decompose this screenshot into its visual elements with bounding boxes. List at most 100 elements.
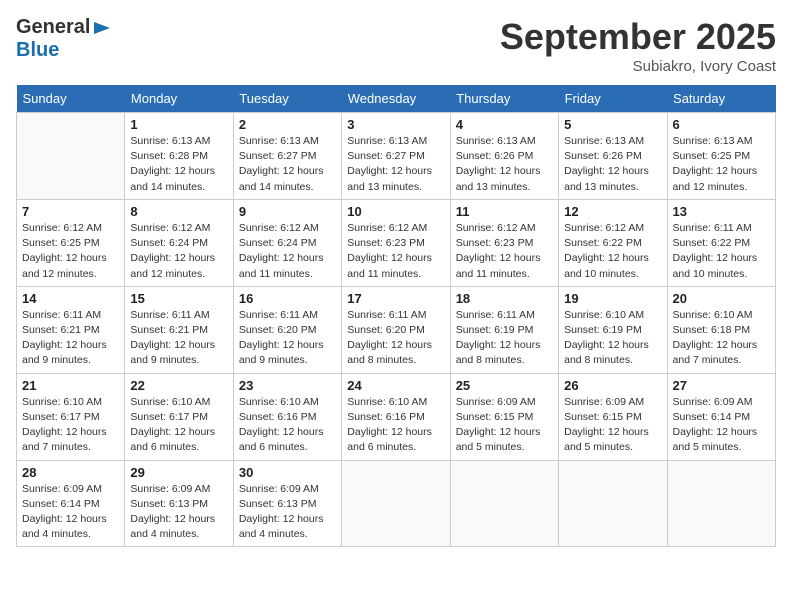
calendar-cell: 15 Sunrise: 6:11 AM Sunset: 6:21 PM Dayli… — [125, 286, 233, 373]
calendar-cell: 28 Sunrise: 6:09 AM Sunset: 6:14 PM Dayli… — [17, 460, 125, 547]
day-number: 4 — [456, 117, 553, 132]
day-info: Sunrise: 6:09 AM Sunset: 6:14 PM Dayligh… — [673, 395, 770, 456]
calendar-cell: 13 Sunrise: 6:11 AM Sunset: 6:22 PM Dayli… — [667, 199, 775, 286]
calendar-cell: 4 Sunrise: 6:13 AM Sunset: 6:26 PM Daylig… — [450, 113, 558, 200]
day-info: Sunrise: 6:10 AM Sunset: 6:16 PM Dayligh… — [347, 395, 444, 456]
day-number: 29 — [130, 465, 227, 480]
calendar-table: SundayMondayTuesdayWednesdayThursdayFrid… — [16, 85, 776, 547]
weekday-header-tuesday: Tuesday — [233, 85, 341, 113]
weekday-header-saturday: Saturday — [667, 85, 775, 113]
day-number: 10 — [347, 204, 444, 219]
calendar-cell: 26 Sunrise: 6:09 AM Sunset: 6:15 PM Dayli… — [559, 373, 667, 460]
calendar-cell: 1 Sunrise: 6:13 AM Sunset: 6:28 PM Daylig… — [125, 113, 233, 200]
calendar-week-4: 21Sunrise: 6:10 AM Sunset: 6:17 PM Dayli… — [17, 373, 776, 460]
calendar-cell: 9 Sunrise: 6:12 AM Sunset: 6:24 PM Daylig… — [233, 199, 341, 286]
calendar-cell — [17, 113, 125, 200]
calendar-week-1: 1 Sunrise: 6:13 AM Sunset: 6:28 PM Daylig… — [17, 113, 776, 200]
calendar-cell: 3Sunrise: 6:13 AM Sunset: 6:27 PM Daylig… — [342, 113, 450, 200]
day-number: 30 — [239, 465, 336, 480]
day-number: 18 — [456, 291, 553, 306]
calendar-cell — [342, 460, 450, 547]
day-info: Sunrise: 6:13 AM Sunset: 6:27 PM Dayligh… — [239, 134, 336, 195]
day-number: 15 — [130, 291, 227, 306]
day-number: 27 — [673, 378, 770, 393]
calendar-cell: 2 Sunrise: 6:13 AM Sunset: 6:27 PM Daylig… — [233, 113, 341, 200]
calendar-week-3: 14Sunrise: 6:11 AM Sunset: 6:21 PM Dayli… — [17, 286, 776, 373]
day-info: Sunrise: 6:11 AM Sunset: 6:20 PM Dayligh… — [347, 308, 444, 369]
weekday-header-monday: Monday — [125, 85, 233, 113]
day-info: Sunrise: 6:11 AM Sunset: 6:21 PM Dayligh… — [22, 308, 119, 369]
day-number: 19 — [564, 291, 661, 306]
day-number: 28 — [22, 465, 119, 480]
calendar-week-5: 28 Sunrise: 6:09 AM Sunset: 6:14 PM Dayli… — [17, 460, 776, 547]
day-info: Sunrise: 6:10 AM Sunset: 6:19 PM Dayligh… — [564, 308, 661, 369]
calendar-cell: 24 Sunrise: 6:10 AM Sunset: 6:16 PM Dayli… — [342, 373, 450, 460]
month-title: September 2025 — [500, 16, 776, 58]
day-info: Sunrise: 6:12 AM Sunset: 6:24 PM Dayligh… — [130, 221, 227, 282]
day-info: Sunrise: 6:12 AM Sunset: 6:25 PM Dayligh… — [22, 221, 119, 282]
calendar-cell: 7 Sunrise: 6:12 AM Sunset: 6:25 PM Daylig… — [17, 199, 125, 286]
day-info: Sunrise: 6:11 AM Sunset: 6:21 PM Dayligh… — [130, 308, 227, 369]
weekday-header-row: SundayMondayTuesdayWednesdayThursdayFrid… — [17, 85, 776, 113]
calendar-cell: 19 Sunrise: 6:10 AM Sunset: 6:19 PM Dayli… — [559, 286, 667, 373]
logo-blue-text: Blue — [16, 39, 59, 62]
day-number: 11 — [456, 204, 553, 219]
day-info: Sunrise: 6:09 AM Sunset: 6:13 PM Dayligh… — [239, 482, 336, 543]
day-info: Sunrise: 6:13 AM Sunset: 6:26 PM Dayligh… — [456, 134, 553, 195]
calendar-cell: 17Sunrise: 6:11 AM Sunset: 6:20 PM Dayli… — [342, 286, 450, 373]
day-number: 12 — [564, 204, 661, 219]
day-info: Sunrise: 6:09 AM Sunset: 6:15 PM Dayligh… — [564, 395, 661, 456]
day-number: 6 — [673, 117, 770, 132]
day-number: 8 — [130, 204, 227, 219]
day-info: Sunrise: 6:09 AM Sunset: 6:14 PM Dayligh… — [22, 482, 119, 543]
calendar-cell: 8 Sunrise: 6:12 AM Sunset: 6:24 PM Daylig… — [125, 199, 233, 286]
calendar-cell: 23 Sunrise: 6:10 AM Sunset: 6:16 PM Dayli… — [233, 373, 341, 460]
day-number: 26 — [564, 378, 661, 393]
day-number: 9 — [239, 204, 336, 219]
page-header: General Blue September 2025 Subiakro, Iv… — [16, 16, 776, 75]
day-info: Sunrise: 6:11 AM Sunset: 6:22 PM Dayligh… — [673, 221, 770, 282]
logo: General Blue — [16, 16, 112, 62]
day-number: 25 — [456, 378, 553, 393]
calendar-week-2: 7 Sunrise: 6:12 AM Sunset: 6:25 PM Daylig… — [17, 199, 776, 286]
calendar-cell: 18 Sunrise: 6:11 AM Sunset: 6:19 PM Dayli… — [450, 286, 558, 373]
day-info: Sunrise: 6:11 AM Sunset: 6:19 PM Dayligh… — [456, 308, 553, 369]
day-number: 23 — [239, 378, 336, 393]
day-info: Sunrise: 6:10 AM Sunset: 6:17 PM Dayligh… — [130, 395, 227, 456]
day-info: Sunrise: 6:13 AM Sunset: 6:27 PM Dayligh… — [347, 134, 444, 195]
day-info: Sunrise: 6:10 AM Sunset: 6:18 PM Dayligh… — [673, 308, 770, 369]
day-info: Sunrise: 6:12 AM Sunset: 6:24 PM Dayligh… — [239, 221, 336, 282]
day-info: Sunrise: 6:13 AM Sunset: 6:25 PM Dayligh… — [673, 134, 770, 195]
day-number: 2 — [239, 117, 336, 132]
day-info: Sunrise: 6:12 AM Sunset: 6:23 PM Dayligh… — [347, 221, 444, 282]
calendar-cell: 29 Sunrise: 6:09 AM Sunset: 6:13 PM Dayli… — [125, 460, 233, 547]
day-number: 16 — [239, 291, 336, 306]
day-number: 7 — [22, 204, 119, 219]
calendar-cell: 25 Sunrise: 6:09 AM Sunset: 6:15 PM Dayli… — [450, 373, 558, 460]
calendar-cell: 11Sunrise: 6:12 AM Sunset: 6:23 PM Dayli… — [450, 199, 558, 286]
day-info: Sunrise: 6:13 AM Sunset: 6:28 PM Dayligh… — [130, 134, 227, 195]
day-info: Sunrise: 6:12 AM Sunset: 6:22 PM Dayligh… — [564, 221, 661, 282]
calendar-cell: 6 Sunrise: 6:13 AM Sunset: 6:25 PM Daylig… — [667, 113, 775, 200]
day-number: 22 — [130, 378, 227, 393]
day-number: 24 — [347, 378, 444, 393]
day-info: Sunrise: 6:09 AM Sunset: 6:15 PM Dayligh… — [456, 395, 553, 456]
calendar-cell: 12 Sunrise: 6:12 AM Sunset: 6:22 PM Dayli… — [559, 199, 667, 286]
calendar-cell — [667, 460, 775, 547]
day-number: 13 — [673, 204, 770, 219]
calendar-cell: 16 Sunrise: 6:11 AM Sunset: 6:20 PM Dayli… — [233, 286, 341, 373]
calendar-cell: 27 Sunrise: 6:09 AM Sunset: 6:14 PM Dayli… — [667, 373, 775, 460]
day-number: 20 — [673, 291, 770, 306]
day-number: 5 — [564, 117, 661, 132]
logo-general-text: General — [16, 16, 90, 39]
day-number: 1 — [130, 117, 227, 132]
day-info: Sunrise: 6:10 AM Sunset: 6:16 PM Dayligh… — [239, 395, 336, 456]
weekday-header-wednesday: Wednesday — [342, 85, 450, 113]
day-info: Sunrise: 6:11 AM Sunset: 6:20 PM Dayligh… — [239, 308, 336, 369]
calendar-cell: 10 Sunrise: 6:12 AM Sunset: 6:23 PM Dayli… — [342, 199, 450, 286]
weekday-header-friday: Friday — [559, 85, 667, 113]
day-info: Sunrise: 6:09 AM Sunset: 6:13 PM Dayligh… — [130, 482, 227, 543]
calendar-cell: 20 Sunrise: 6:10 AM Sunset: 6:18 PM Dayli… — [667, 286, 775, 373]
weekday-header-sunday: Sunday — [17, 85, 125, 113]
logo-arrow-icon — [92, 18, 112, 38]
